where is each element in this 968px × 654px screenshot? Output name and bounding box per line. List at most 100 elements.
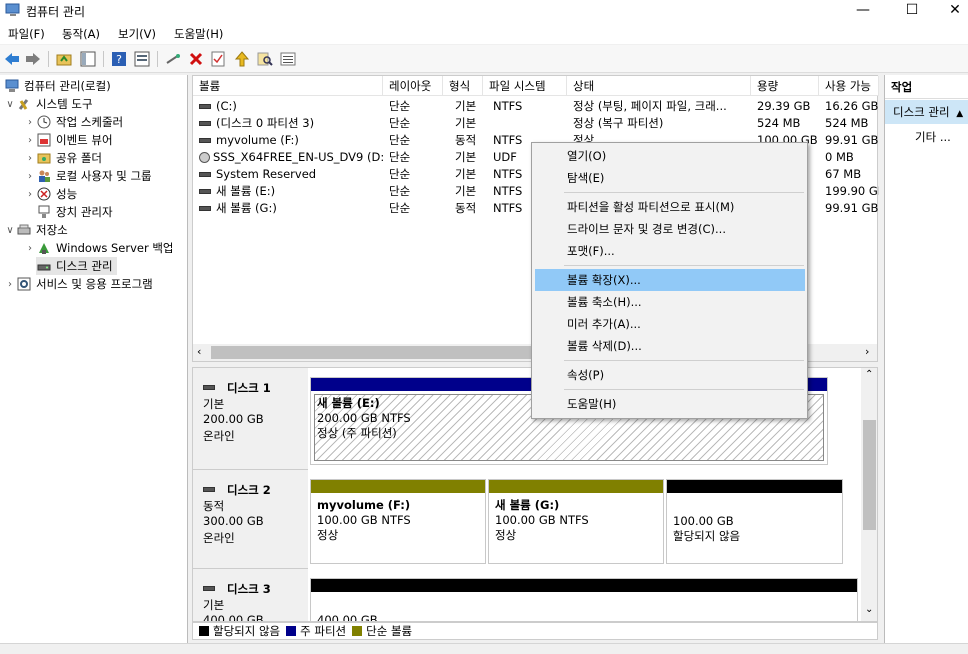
chevron-right-icon[interactable]: › [4,279,16,290]
tree-item-storage[interactable]: ∨ 저장소 [4,221,67,239]
actions-other[interactable]: 기타 ... [915,129,951,145]
cell-text: 29.39 GB [757,99,811,113]
menu-item-format[interactable]: 포맷(F)... [535,240,805,262]
scrollbar-thumb[interactable] [211,346,561,359]
menu-item-explore[interactable]: 탐색(E) [535,167,805,189]
check-icon[interactable] [209,50,227,68]
tree-item-task-scheduler[interactable]: › 작업 스케줄러 [24,113,123,131]
search-icon[interactable] [256,50,274,68]
menu-item-add-mirror[interactable]: 미러 추가(A)... [535,313,805,335]
scrollbar-thumb[interactable] [863,420,876,530]
tree-item-system-tools[interactable]: ∨ 시스템 도구 [4,95,92,113]
scroll-right-icon[interactable]: › [865,345,869,358]
tree-item-event-viewer[interactable]: › 이벤트 뷰어 [24,131,113,149]
tree-item-disk-management[interactable]: 디스크 관리 [36,257,117,275]
menu-item-properties[interactable]: 속성(P) [535,364,805,386]
menu-item-extend-volume[interactable]: 볼륨 확장(X)... [535,269,805,291]
disk-label[interactable]: 디스크 2 동적 300.00 GB 온라인 [193,470,308,569]
minimize-button[interactable]: — [840,0,886,20]
actions-disk-management[interactable]: 디스크 관리 ▲ [885,100,968,124]
table-row[interactable]: (디스크 0 파티션 3) 단순 기본 정상 (복구 파티션) 524 MB 524 MB [193,115,879,132]
chevron-right-icon[interactable]: › [24,135,36,146]
partition[interactable]: 100.00 GB 할당되지 않음 [666,479,843,564]
tree-item-shared-folders[interactable]: › 공유 폴더 [24,149,102,167]
tree-item-root[interactable]: 컴퓨터 관리(로컬) [4,77,111,95]
maximize-button[interactable]: ☐ [889,0,935,20]
cell-text: 동적 [455,201,477,215]
cell-text: System Reserved [216,167,317,181]
menu-item-shrink-volume[interactable]: 볼륨 축소(H)... [535,291,805,313]
clock-icon [36,114,52,130]
cell-free: 0 MB [825,149,879,166]
close-button[interactable]: ✕ [932,0,968,20]
disk-size: 400.00 GB [203,613,264,622]
shared-folder-icon [36,150,52,166]
cell-text: 524 MB [757,116,801,130]
folder-up-icon[interactable] [233,50,251,68]
column-header-filesystem[interactable]: 파일 시스템 [483,76,567,96]
tree-item-device-manager[interactable]: 장치 관리자 [24,203,113,221]
partition[interactable]: 새 볼륨 (G:) 100.00 GB NTFS 정상 [488,479,664,564]
disk-state: 온라인 [203,531,235,545]
chevron-down-icon[interactable]: ∨ [4,99,16,110]
menu-item-mark-active[interactable]: 파티션을 활성 파티션으로 표시(M) [535,196,805,218]
cell-layout: 단순 [389,200,443,217]
disk-label[interactable]: 디스크 1 기본 200.00 GB 온라인 [193,368,308,470]
column-header-capacity[interactable]: 용량 [751,76,819,96]
cell-free: 99.91 GB [825,132,879,149]
console-tree-icon[interactable] [79,50,97,68]
forward-icon[interactable] [24,50,42,68]
menu-help[interactable]: 도움말(H) [174,26,223,42]
tree-item-performance[interactable]: › 성능 [24,185,77,203]
column-header-volume[interactable]: 볼륨 [193,76,383,96]
menu-item-open[interactable]: 열기(O) [535,145,805,167]
tree-item-local-users[interactable]: › 로컬 사용자 및 그룹 [24,167,152,185]
chevron-right-icon[interactable]: › [24,153,36,164]
menu-view[interactable]: 보기(V) [118,26,156,42]
partition-line2: 400.00 GB [317,613,378,622]
menu-action[interactable]: 동작(A) [62,26,100,42]
scroll-down-icon[interactable]: ⌄ [865,604,873,615]
up-icon[interactable] [55,50,73,68]
menu-item-change-letter[interactable]: 드라이브 문자 및 경로 변경(C)... [535,218,805,240]
toolbar-separator [157,51,158,67]
chevron-right-icon[interactable]: › [24,243,36,254]
partition-line3: 정상 [495,528,517,542]
tree-item-services[interactable]: › 서비스 및 응용 프로그램 [4,275,153,293]
scroll-left-icon[interactable]: ‹ [197,345,201,358]
partition[interactable]: 400.00 GB [310,578,858,622]
table-row[interactable]: (C:) 단순 기본 NTFS 정상 (부팅, 페이지 파일, 크래... 29.39 G… [193,98,879,115]
column-header-free[interactable]: 사용 가능 [819,76,879,96]
chevron-right-icon[interactable]: › [24,117,36,128]
partition[interactable]: myvolume (F:) 100.00 GB NTFS 정상 [310,479,486,564]
vertical-scrollbar[interactable]: ⌃ ⌄ [861,368,877,621]
column-header-type[interactable]: 형식 [443,76,483,96]
chevron-down-icon[interactable]: ∨ [4,225,16,236]
list-icon[interactable] [279,50,297,68]
menu-file[interactable]: 파일(F) [8,26,45,42]
drive-icon [199,138,211,143]
back-icon[interactable] [3,50,21,68]
menu-bar: 파일(F) 동작(A) 보기(V) 도움말(H) [0,22,968,44]
connect-icon[interactable] [164,50,182,68]
cell-text: 기본 [455,116,477,130]
delete-icon[interactable] [187,50,205,68]
cell-volume: (C:) [199,98,383,115]
tree-item-label: 성능 [56,187,78,201]
column-header-layout[interactable]: 레이아웃 [383,76,443,96]
menu-item-help[interactable]: 도움말(H) [535,393,805,415]
disk-label[interactable]: 디스크 3 기본 400.00 GB [193,569,308,622]
help-icon[interactable]: ? [110,50,128,68]
chevron-right-icon[interactable]: › [24,171,36,182]
partition-color-bar [311,579,857,592]
column-header-status[interactable]: 상태 [567,76,751,96]
properties-icon[interactable] [133,50,151,68]
scroll-up-icon[interactable]: ⌃ [865,369,873,380]
menu-item-delete-volume[interactable]: 볼륨 삭제(D)... [535,335,805,357]
cell-volume: (디스크 0 파티션 3) [199,115,383,132]
cell-text: NTFS [493,99,523,113]
collapse-icon[interactable]: ▲ [956,109,963,119]
cell-text: 기본 [455,184,477,198]
tree-item-windows-backup[interactable]: › Windows Server 백업 [24,239,174,257]
chevron-right-icon[interactable]: › [24,189,36,200]
